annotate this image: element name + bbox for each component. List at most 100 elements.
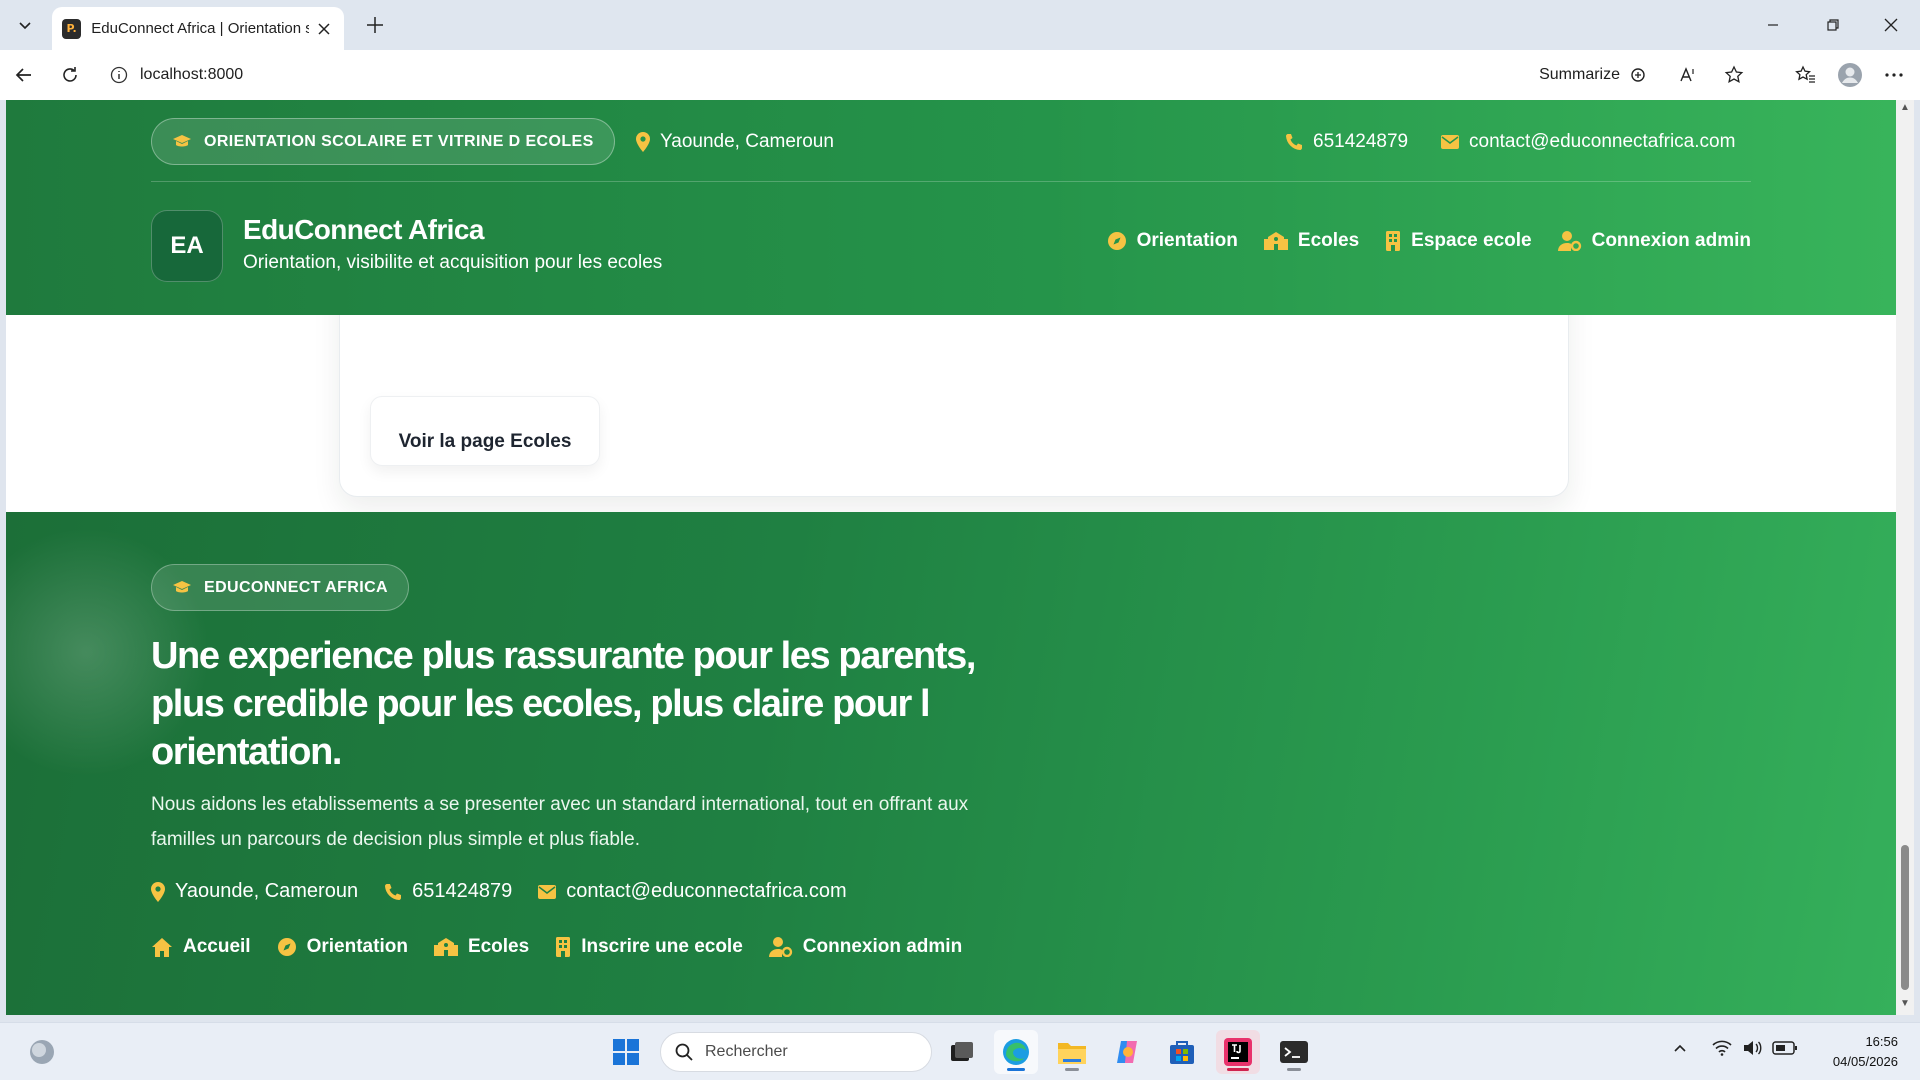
brand-tagline: Orientation, visibilite et acquisition p… <box>243 252 663 273</box>
clock-time: 16:56 <box>1865 1034 1898 1049</box>
avatar-icon <box>1838 63 1862 87</box>
nav-espace-ecole[interactable]: Espace ecole <box>1385 230 1532 252</box>
compass-icon <box>277 938 296 956</box>
read-aloud-icon[interactable] <box>1678 65 1698 85</box>
active-app-indicator <box>1227 1068 1249 1071</box>
taskbar-search-placeholder: Rechercher <box>705 1043 788 1060</box>
header-phone[interactable]: 651424879 <box>1285 118 1408 165</box>
close-icon <box>1884 18 1898 32</box>
favorites-list-icon <box>1795 65 1815 83</box>
footer-link-label: Accueil <box>183 936 251 957</box>
phone-icon <box>385 883 402 900</box>
footer-links: Accueil Orientation Ecoles Inscrire une … <box>151 936 962 958</box>
arrow-left-icon <box>15 68 31 82</box>
footer-link-label: Connexion admin <box>802 936 963 957</box>
envelope-icon <box>1441 134 1459 149</box>
summarize-label: Summarize <box>1539 66 1620 83</box>
jetbrains-ide-icon[interactable] <box>1216 1030 1260 1074</box>
url-text: localhost:8000 <box>140 66 244 83</box>
footer-email-text: contact@educonnectafrica.com <box>566 880 847 902</box>
main-nav: Orientation Ecoles Espace ecole Connexio… <box>1107 230 1751 252</box>
task-view-icon[interactable] <box>940 1030 984 1074</box>
favorite-star-icon[interactable] <box>1724 65 1744 85</box>
nav-connexion-admin[interactable]: Connexion admin <box>1557 230 1751 252</box>
header-location: Yaounde, Cameroun <box>636 118 834 165</box>
footer-badge: EDUCONNECT AFRICA <box>151 564 409 611</box>
nav-ecoles[interactable]: Ecoles <box>1263 230 1360 252</box>
site-footer: EDUCONNECT AFRICA Une experience plus ra… <box>6 512 1896 1015</box>
address-bar[interactable]: localhost:8000 Summarize <box>96 58 1750 92</box>
nav-orientation[interactable]: Orientation <box>1107 230 1238 252</box>
footer-link-label: Ecoles <box>467 936 530 957</box>
plus-icon <box>367 17 383 33</box>
page-viewport: Voir la page Ecoles ORIENTATION SCOLAIRE… <box>6 100 1896 1015</box>
profile-button[interactable] <box>1834 59 1866 91</box>
logo[interactable]: EA <box>151 210 223 282</box>
header-location-text: Yaounde, Cameroun <box>660 130 834 152</box>
brand-name[interactable]: EduConnect Africa <box>243 214 484 246</box>
map-pin-icon <box>151 881 165 902</box>
view-schools-button[interactable]: Voir la page Ecoles <box>370 396 600 466</box>
more-menu-button[interactable] <box>1878 59 1910 91</box>
page-scrollbar[interactable]: ▲ ▼ <box>1896 100 1914 1015</box>
footer-link-label: Orientation <box>306 936 408 957</box>
restore-button[interactable] <box>1810 8 1856 42</box>
scroll-down-icon[interactable]: ▼ <box>1899 998 1911 1010</box>
browser-tabstrip: P. EduConnect Africa | Orientation scola… <box>0 0 1920 50</box>
envelope-icon <box>538 884 557 899</box>
minimize-button[interactable] <box>1750 8 1796 42</box>
footer-link-accueil[interactable]: Accueil <box>151 936 251 958</box>
header-badge-text: ORIENTATION SCOLAIRE ET VITRINE D ECOLES <box>204 132 594 150</box>
footer-link-ecoles[interactable]: Ecoles <box>433 936 530 958</box>
back-button[interactable] <box>8 59 40 91</box>
nav-label: Ecoles <box>1297 230 1360 251</box>
volume-icon[interactable] <box>1742 1040 1762 1061</box>
graduation-cap-icon <box>173 580 191 592</box>
battery-icon[interactable] <box>1772 1040 1798 1061</box>
scroll-thumb[interactable] <box>1901 845 1909 990</box>
footer-link-inscrire-ecole[interactable]: Inscrire une ecole <box>555 936 743 958</box>
nav-label: Orientation <box>1136 230 1238 251</box>
taskbar-search[interactable]: Rechercher <box>660 1032 932 1072</box>
scroll-up-icon[interactable]: ▲ <box>1899 102 1911 114</box>
footer-phone[interactable]: 651424879 <box>384 880 512 903</box>
edge-browser-icon[interactable] <box>994 1030 1038 1074</box>
site-header: ORIENTATION SCOLAIRE ET VITRINE D ECOLES… <box>6 100 1896 315</box>
file-explorer-icon[interactable] <box>1050 1030 1094 1074</box>
site-info-icon[interactable] <box>102 66 136 84</box>
summarize-icon <box>1631 68 1645 82</box>
copilot-icon[interactable] <box>1106 1030 1150 1074</box>
chevron-down-icon <box>19 22 31 30</box>
user-gear-icon <box>768 937 792 957</box>
compass-icon <box>1107 232 1126 250</box>
active-app-indicator <box>1007 1068 1025 1071</box>
start-button[interactable] <box>604 1030 648 1074</box>
header-badge: ORIENTATION SCOLAIRE ET VITRINE D ECOLES <box>151 118 615 165</box>
terminal-icon[interactable] <box>1272 1030 1316 1074</box>
footer-title: Une experience plus rassurante pour les … <box>151 635 976 773</box>
system-clock[interactable]: 16:56 04/05/2026 <box>1833 1032 1898 1072</box>
favicon-icon: P. <box>62 18 82 39</box>
microsoft-store-icon[interactable] <box>1160 1030 1204 1074</box>
summarize-button[interactable]: Summarize <box>1539 58 1744 92</box>
tab-list-button[interactable] <box>10 10 40 40</box>
brand-row: EA EduConnect Africa Orientation, visibi… <box>151 210 1751 284</box>
graduation-cap-icon <box>173 134 191 146</box>
new-tab-button[interactable] <box>360 10 390 40</box>
tab-close-icon[interactable] <box>315 19 334 39</box>
browser-toolbar: localhost:8000 Summarize <box>0 50 1920 100</box>
footer-email[interactable]: contact@educonnectafrica.com <box>538 880 847 903</box>
weather-widget-icon[interactable] <box>20 1030 64 1074</box>
phone-icon <box>1286 133 1302 150</box>
browser-tab-active[interactable]: P. EduConnect Africa | Orientation scola… <box>52 7 344 50</box>
reload-button[interactable] <box>54 59 86 91</box>
wifi-icon[interactable] <box>1712 1040 1732 1061</box>
footer-link-orientation[interactable]: Orientation <box>277 936 408 958</box>
header-email[interactable]: contact@educonnectafrica.com <box>1441 118 1735 165</box>
close-window-button[interactable] <box>1868 8 1914 42</box>
home-icon <box>152 938 172 957</box>
favorites-button[interactable] <box>1790 59 1822 91</box>
show-hidden-icons-chevron-icon[interactable] <box>1672 1040 1688 1061</box>
school-icon <box>433 938 458 956</box>
footer-link-connexion-admin[interactable]: Connexion admin <box>768 936 963 958</box>
